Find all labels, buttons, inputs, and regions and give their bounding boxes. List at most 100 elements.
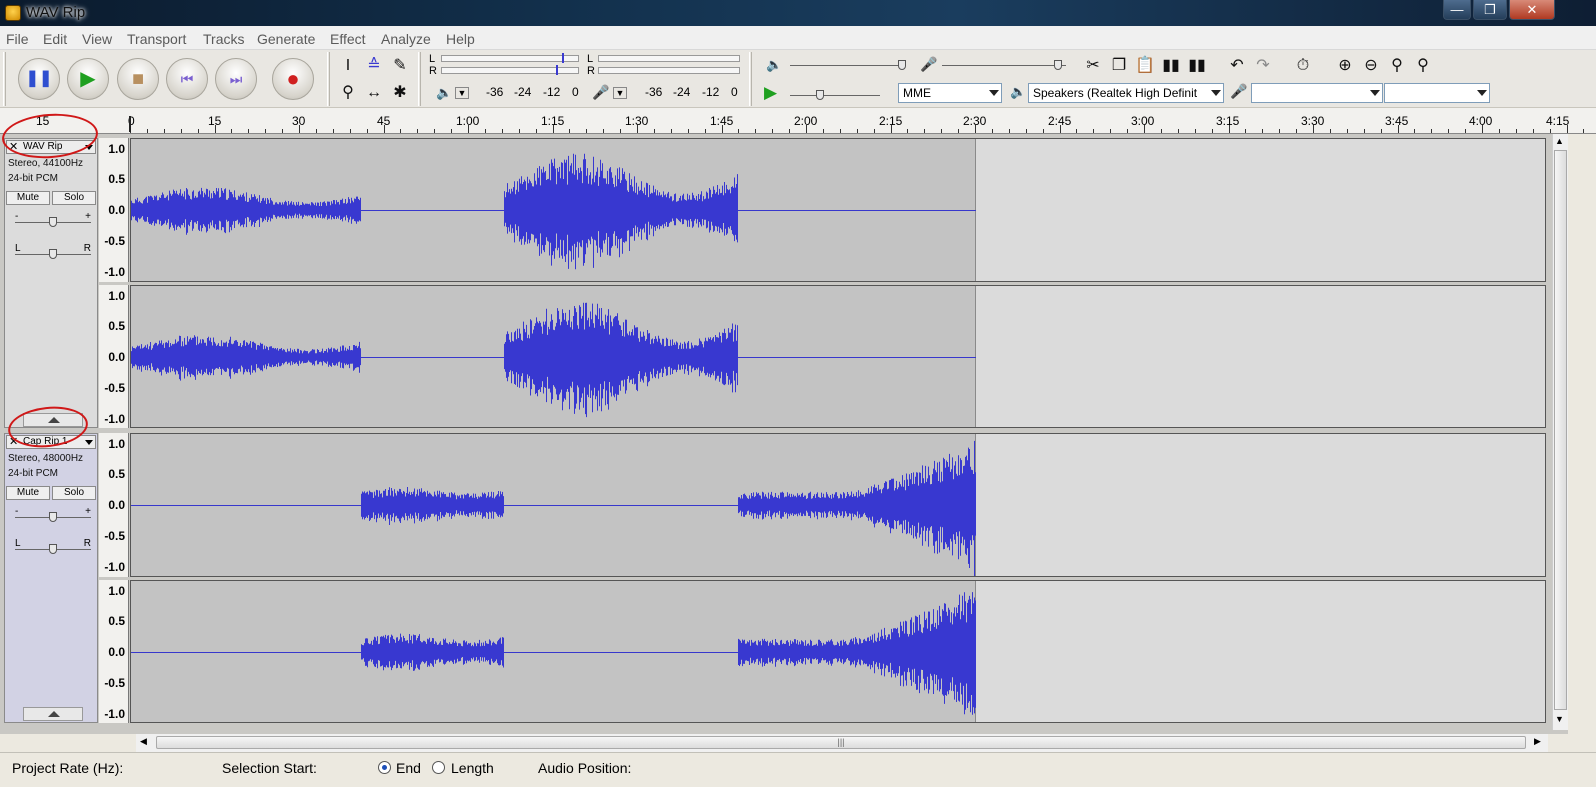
minimize-button[interactable]: — bbox=[1443, 0, 1471, 20]
close-button[interactable]: ✕ bbox=[1509, 0, 1555, 20]
skip-to-start-button[interactable]: ⏮ bbox=[166, 58, 208, 100]
length-radio[interactable] bbox=[432, 761, 445, 774]
peak-marker bbox=[556, 65, 558, 75]
ruler-tick bbox=[1380, 129, 1382, 133]
selection-start-label: Selection Start: bbox=[222, 760, 317, 776]
copy-icon[interactable]: ❐ bbox=[1108, 55, 1130, 77]
ruler-tick bbox=[163, 129, 165, 133]
mute-button[interactable]: Mute bbox=[6, 191, 50, 205]
playback-meter-right[interactable] bbox=[441, 67, 579, 74]
vertical-amplitude-ruler: 1.0 0.5 0.0 -0.5 -1.0 bbox=[99, 285, 129, 428]
waveform-wav-rip-left[interactable] bbox=[130, 138, 1546, 282]
pan-slider[interactable]: L R bbox=[15, 538, 91, 556]
ruler-tick bbox=[1498, 129, 1500, 133]
vertical-scrollbar[interactable]: ▲ ▼ bbox=[1552, 134, 1568, 730]
scroll-up-icon[interactable]: ▲ bbox=[1555, 136, 1564, 146]
horizontal-scroll-thumb[interactable]: ||| bbox=[156, 736, 1526, 749]
skip-to-end-button[interactable]: ⏭ bbox=[215, 58, 257, 100]
zoom-out-icon[interactable]: ⊖ bbox=[1360, 55, 1382, 77]
selection-tool-icon[interactable]: I bbox=[337, 55, 359, 77]
meter-dropdown-arrow[interactable]: ▼ bbox=[613, 87, 627, 99]
scroll-down-icon[interactable]: ▼ bbox=[1555, 714, 1564, 724]
menu-generate[interactable]: Generate bbox=[257, 31, 315, 47]
mute-button[interactable]: Mute bbox=[6, 486, 50, 500]
gain-slider[interactable]: - + bbox=[15, 506, 91, 524]
menu-tracks[interactable]: Tracks bbox=[203, 31, 244, 47]
waveform-shape bbox=[131, 302, 738, 418]
zoom-tool-icon[interactable]: ⚲ bbox=[337, 82, 359, 104]
maximize-button[interactable]: ❐ bbox=[1473, 0, 1507, 20]
output-volume-slider[interactable] bbox=[790, 58, 906, 72]
waveform-cap-rip-right[interactable] bbox=[130, 580, 1546, 723]
collapse-track-button[interactable] bbox=[23, 707, 83, 721]
meter-left-label: L bbox=[587, 53, 594, 65]
timeshift-tool-icon[interactable]: ↔ bbox=[363, 82, 385, 104]
silence-icon[interactable]: ▮▮ bbox=[1186, 55, 1208, 77]
input-device-select[interactable] bbox=[1251, 83, 1383, 103]
ruler-tick bbox=[1482, 125, 1483, 133]
audio-host-select[interactable]: MME bbox=[898, 83, 1002, 103]
vruler-label: -1.0 bbox=[104, 265, 125, 279]
playback-meter-left[interactable] bbox=[441, 55, 579, 62]
timeline-ruler[interactable]: 15 0 15 30 45 1:00 1:15 1:30 1:45 2:00 2… bbox=[0, 108, 1596, 134]
cut-icon[interactable]: ✂ bbox=[1082, 55, 1104, 77]
play-at-speed-icon[interactable]: ▶ bbox=[764, 83, 777, 103]
stop-button[interactable]: ■ bbox=[117, 58, 159, 100]
sync-lock-icon[interactable]: ⏱ bbox=[1292, 55, 1314, 77]
fit-selection-icon[interactable]: ⚲ bbox=[1386, 55, 1408, 77]
toolbar-grip[interactable] bbox=[3, 52, 6, 106]
track-panel: ✕ WAV Rip Stereo, 44100Hz 24-bit PCM Mut… bbox=[0, 110, 1568, 734]
pan-slider[interactable]: L R bbox=[15, 243, 91, 261]
solo-button[interactable]: Solo bbox=[52, 486, 96, 500]
multi-tool-icon[interactable]: ✱ bbox=[389, 82, 411, 104]
play-speed-slider[interactable] bbox=[790, 88, 880, 102]
pan-left-label: L bbox=[15, 538, 21, 549]
audio-position-label: Audio Position: bbox=[538, 760, 632, 776]
window-title: WAV Rip bbox=[26, 4, 86, 21]
ruler-tick bbox=[383, 125, 385, 133]
undo-icon[interactable]: ↶ bbox=[1226, 55, 1248, 77]
end-radio[interactable] bbox=[378, 761, 391, 774]
fit-project-icon[interactable]: ⚲ bbox=[1412, 55, 1434, 77]
ruler-tick bbox=[1397, 125, 1399, 133]
solo-button[interactable]: Solo bbox=[52, 191, 96, 205]
record-meter-right[interactable] bbox=[598, 67, 740, 74]
scroll-left-icon[interactable]: ◀ bbox=[140, 736, 147, 747]
scroll-right-icon[interactable]: ▶ bbox=[1534, 736, 1541, 747]
trim-icon[interactable]: ▮▮ bbox=[1160, 55, 1182, 77]
vertical-scroll-thumb[interactable] bbox=[1554, 150, 1567, 710]
waveform-wav-rip-right[interactable] bbox=[130, 285, 1546, 428]
menu-effect[interactable]: Effect bbox=[330, 31, 366, 47]
ruler-tick bbox=[349, 129, 351, 133]
output-device-select[interactable]: Speakers (Realtek High Definit bbox=[1028, 83, 1224, 103]
draw-tool-icon[interactable]: ✎ bbox=[389, 55, 411, 77]
gain-slider[interactable]: - + bbox=[15, 211, 91, 229]
track-control-panel-cap-rip-1[interactable]: ✕ Cap Rip 1 Stereo, 48000Hz 24-bit PCM M… bbox=[4, 433, 98, 723]
microphone-icon[interactable]: 🎤 bbox=[592, 84, 609, 101]
redo-icon[interactable]: ↷ bbox=[1252, 55, 1274, 77]
record-button[interactable]: ● bbox=[272, 58, 314, 100]
pause-button[interactable]: ❚❚ bbox=[18, 58, 60, 100]
menu-transport[interactable]: Transport bbox=[127, 31, 186, 47]
zoom-in-icon[interactable]: ⊕ bbox=[1334, 55, 1356, 77]
menu-edit[interactable]: Edit bbox=[43, 31, 67, 47]
menu-help[interactable]: Help bbox=[446, 31, 475, 47]
menu-analyze[interactable]: Analyze bbox=[381, 31, 431, 47]
menu-file[interactable]: File bbox=[6, 31, 29, 47]
input-volume-slider[interactable] bbox=[942, 58, 1066, 72]
menu-bar: File Edit View Transport Tracks Generate… bbox=[0, 26, 1596, 50]
horizontal-scrollbar[interactable]: ◀ ||| ▶ bbox=[136, 734, 1548, 752]
waveform-path bbox=[131, 153, 738, 270]
ruler-tick bbox=[468, 125, 469, 133]
menu-view[interactable]: View bbox=[82, 31, 112, 47]
input-channels-select[interactable] bbox=[1384, 83, 1490, 103]
track-control-panel-wav-rip[interactable]: ✕ WAV Rip Stereo, 44100Hz 24-bit PCM Mut… bbox=[4, 138, 98, 428]
waveform-cap-rip-left[interactable] bbox=[130, 433, 1546, 577]
meter-dropdown-arrow[interactable]: ▼ bbox=[455, 87, 469, 99]
play-button[interactable]: ▶ bbox=[67, 58, 109, 100]
paste-icon[interactable]: 📋 bbox=[1134, 55, 1156, 77]
vruler-label: -1.0 bbox=[104, 560, 125, 574]
record-meter-left[interactable] bbox=[598, 55, 740, 62]
speaker-icon[interactable]: 🔈 bbox=[436, 85, 452, 101]
envelope-tool-icon[interactable]: ≙ bbox=[363, 55, 385, 77]
